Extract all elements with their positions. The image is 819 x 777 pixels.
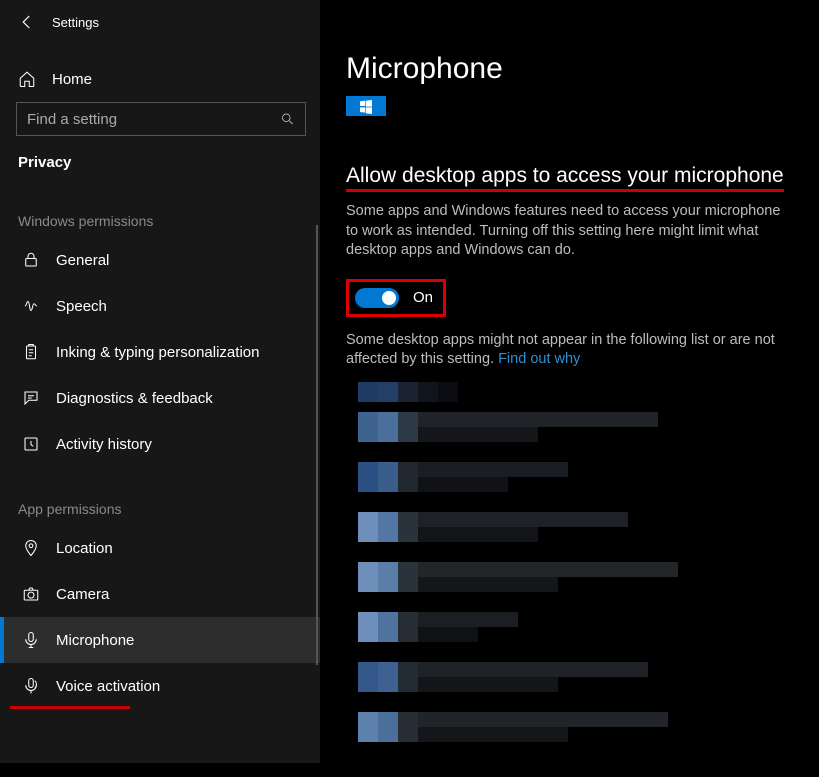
app-title: Settings [52, 15, 99, 30]
sidebar-item-label: Camera [56, 586, 109, 603]
section-heading-app-permissions: App permissions [0, 467, 320, 525]
allow-desktop-apps-desc: Some apps and Windows features need to a… [346, 202, 791, 261]
sidebar-item-camera[interactable]: Camera [0, 571, 320, 617]
back-icon[interactable] [18, 13, 36, 31]
sidebar: Settings Home Privacy Windows permission… [0, 0, 320, 763]
current-category: Privacy [0, 136, 320, 179]
allow-desktop-apps-heading: Allow desktop apps to access your microp… [346, 164, 784, 192]
titlebar: Settings [0, 0, 320, 44]
search-icon [280, 111, 295, 127]
history-icon [22, 435, 40, 453]
home-label: Home [52, 71, 92, 88]
lock-icon [22, 251, 40, 269]
voice-icon [22, 677, 40, 695]
desktop-apps-note: Some desktop apps might not appear in th… [346, 331, 791, 370]
sidebar-item-microphone[interactable]: Microphone [0, 617, 320, 663]
sidebar-item-label: Location [56, 540, 113, 557]
search-input[interactable] [27, 111, 280, 128]
search-box[interactable] [16, 102, 306, 136]
toggle-row: On [346, 279, 803, 317]
section-heading-windows-permissions: Windows permissions [0, 179, 320, 237]
page-title: Microphone [346, 0, 803, 96]
search-wrap [0, 98, 320, 136]
sidebar-item-speech[interactable]: Speech [0, 283, 320, 329]
sidebar-item-voice-activation[interactable]: Voice activation [0, 663, 320, 709]
sidebar-item-activity-history[interactable]: Activity history [0, 421, 320, 467]
toggle-thumb [382, 291, 396, 305]
annotation-underline [10, 706, 130, 709]
scrollbar[interactable] [316, 225, 318, 665]
home-button[interactable]: Home [0, 58, 320, 98]
annotation-box: On [346, 279, 446, 317]
feedback-icon [22, 389, 40, 407]
toggle-label: On [413, 289, 433, 306]
blurred-app-list [358, 382, 678, 772]
sidebar-item-location[interactable]: Location [0, 525, 320, 571]
location-icon [22, 539, 40, 557]
sidebar-item-label: Diagnostics & feedback [56, 390, 213, 407]
sidebar-item-label: Microphone [56, 632, 134, 649]
sidebar-item-label: Speech [56, 298, 107, 315]
sidebar-item-diagnostics[interactable]: Diagnostics & feedback [0, 375, 320, 421]
windows-app-icon [346, 96, 386, 116]
camera-icon [22, 585, 40, 603]
sidebar-item-inking[interactable]: Inking & typing personalization [0, 329, 320, 375]
sidebar-item-label: General [56, 252, 109, 269]
sidebar-item-general[interactable]: General [0, 237, 320, 283]
allow-desktop-apps-toggle[interactable] [355, 288, 399, 308]
sidebar-item-label: Inking & typing personalization [56, 344, 259, 361]
home-icon [18, 70, 36, 88]
main-content: Microphone Allow desktop apps to access … [320, 0, 819, 763]
microphone-icon [22, 631, 40, 649]
sidebar-item-label: Activity history [56, 436, 152, 453]
clipboard-icon [22, 343, 40, 361]
find-out-why-link[interactable]: Find out why [498, 351, 580, 367]
sidebar-item-label: Voice activation [56, 678, 160, 695]
desktop-apps-list [358, 382, 803, 777]
speech-icon [22, 297, 40, 315]
